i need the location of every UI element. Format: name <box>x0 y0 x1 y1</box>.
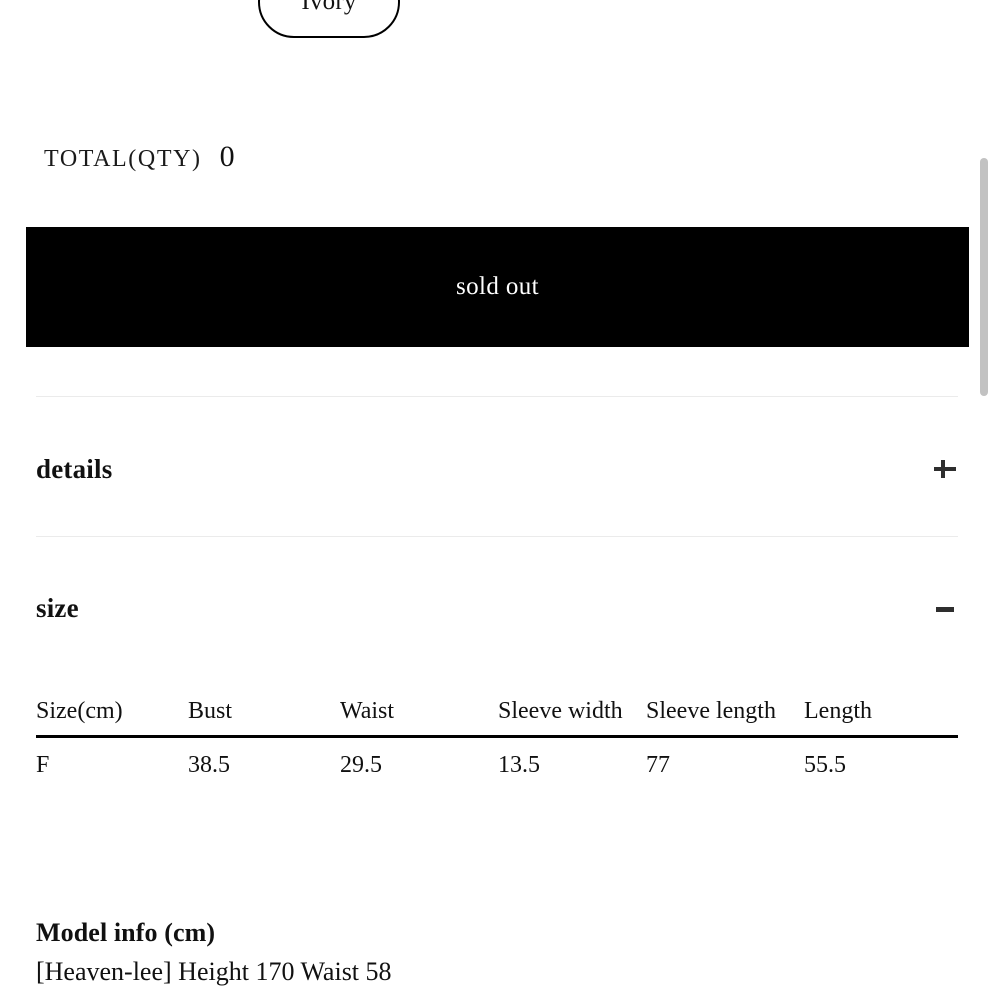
scrollbar-track[interactable] <box>977 0 990 995</box>
plus-icon-vertical-bar <box>941 460 945 478</box>
table-header-cell: Waist <box>340 698 395 724</box>
scrollbar-thumb[interactable] <box>980 158 988 396</box>
size-chart-head: Size(cm) Bust Waist Sleeve width Sleeve … <box>36 698 958 737</box>
total-qty-value: 0 <box>219 140 235 173</box>
table-header-cell: Sleeve width <box>498 698 623 724</box>
table-cell: 77 <box>646 751 670 778</box>
table-cell: 29.5 <box>340 751 382 778</box>
table-cell: 55.5 <box>804 751 846 778</box>
option-pill-ivory[interactable]: Ivory <box>258 0 400 38</box>
divider-above-details <box>36 396 958 397</box>
size-chart-table: Size(cm) Bust Waist Sleeve width Sleeve … <box>36 698 958 779</box>
table-cell: 38.5 <box>188 751 230 778</box>
minus-icon[interactable] <box>932 595 958 621</box>
model-info-block: Model info (cm) [Heaven-lee] Height 170 … <box>36 918 958 987</box>
table-row: F 38.5 29.5 13.5 77 55.5 <box>36 736 958 779</box>
accordion-details[interactable]: details <box>36 447 958 491</box>
minus-icon-horizontal-bar <box>936 607 954 612</box>
table-header-row: Size(cm) Bust Waist Sleeve width Sleeve … <box>36 698 958 737</box>
accordion-details-title: details <box>36 453 113 484</box>
accordion-size-title: size <box>36 592 79 623</box>
model-info-line: [Heaven-lee] Height 170 Waist 58 <box>36 957 392 986</box>
table-cell: 13.5 <box>498 751 540 778</box>
table-header-cell: Bust <box>188 698 233 724</box>
product-detail-page: Ivory TOTAL(QTY) 0 sold out details size <box>0 0 995 995</box>
plus-icon-horizontal-bar <box>934 467 956 471</box>
table-header-cell: Sleeve length <box>646 698 776 724</box>
table-cell: F <box>36 751 50 778</box>
model-info-title: Model info (cm) <box>36 918 216 947</box>
sold-out-button[interactable]: sold out <box>26 227 969 347</box>
divider-above-size <box>36 536 958 537</box>
sold-out-button-label: sold out <box>455 273 540 300</box>
plus-icon[interactable] <box>932 456 958 482</box>
option-pill-label: Ivory <box>301 0 357 15</box>
size-chart-body: F 38.5 29.5 13.5 77 55.5 <box>36 736 958 779</box>
accordion-size[interactable]: size <box>36 586 958 630</box>
table-header-cell: Size(cm) <box>36 698 123 724</box>
total-qty-row: TOTAL(QTY) 0 <box>44 140 235 174</box>
total-qty-label: TOTAL(QTY) <box>44 146 202 172</box>
product-option-row: Ivory <box>0 0 995 38</box>
table-header-cell: Length <box>804 698 872 724</box>
